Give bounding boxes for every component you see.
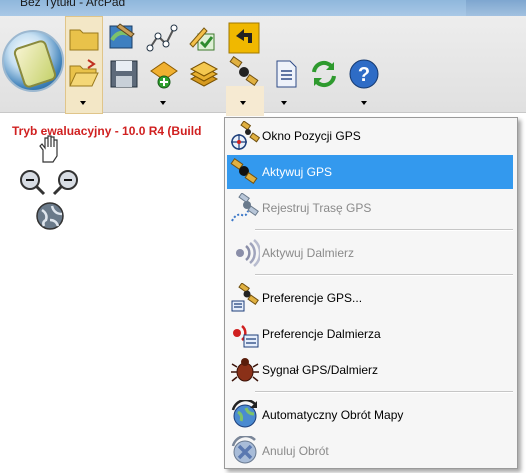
save-icon[interactable] <box>108 58 140 90</box>
rangefinder-preferences-icon <box>233 325 259 348</box>
gps-position-window-icon <box>231 121 260 150</box>
zoom-out-icon[interactable] <box>16 166 48 198</box>
cancel-rotation-icon <box>231 436 257 464</box>
gps-device-icon <box>12 38 58 90</box>
arcpad-menu-button[interactable] <box>2 30 64 92</box>
gps-menu: Okno Pozycji GPS Aktywuj GPS Rejestruj T… <box>224 117 518 469</box>
menu-item-label: Preferencje GPS... <box>262 291 363 305</box>
menu-item-log-gps-track[interactable]: Rejestruj Trasę GPS <box>227 191 513 225</box>
menu-item-gps-rangefinder-signal[interactable]: Sygnał GPS/Dalmierz <box>227 353 513 387</box>
checkbox-edit-icon[interactable] <box>186 22 218 54</box>
globe-icon[interactable] <box>34 200 66 232</box>
auto-rotate-map-icon <box>231 400 257 428</box>
document-icon[interactable] <box>270 58 302 90</box>
open-dropdown-arrow[interactable] <box>80 101 86 105</box>
window-controls[interactable] <box>466 0 526 16</box>
help-icon[interactable]: ? <box>348 58 380 90</box>
menu-separator <box>255 229 513 231</box>
menu-item-label: Preferencje Dalmierza <box>262 327 381 341</box>
menu-item-label: Aktywuj GPS <box>262 165 333 179</box>
help-dropdown-arrow[interactable] <box>361 101 367 105</box>
menu-item-auto-rotate-map[interactable]: Automatyczny Obrót Mapy <box>227 398 513 432</box>
pan-hand-icon[interactable] <box>34 134 66 166</box>
menu-item-cancel-rotation[interactable]: Anuluj Obrót <box>227 434 513 468</box>
rangefinder-icon <box>236 239 260 267</box>
edit-vertices-icon[interactable] <box>146 22 178 54</box>
layers-icon[interactable] <box>188 58 220 90</box>
menu-item-label: Aktywuj Dalmierz <box>262 246 355 260</box>
menu-item-activate-rangefinder[interactable]: Aktywuj Dalmierz <box>227 236 513 270</box>
open-folder-icon[interactable] <box>68 58 100 90</box>
gps-dropdown-arrow[interactable] <box>240 101 246 105</box>
refresh-icon[interactable] <box>308 58 340 90</box>
menu-separator <box>255 274 513 276</box>
gps-satellite-icon[interactable] <box>228 56 260 88</box>
gps-track-log-icon <box>231 193 259 222</box>
window-title: Bez Tytułu - ArcPad <box>20 0 126 9</box>
add-layer-icon[interactable] <box>148 58 180 90</box>
folder-icon[interactable] <box>68 22 100 54</box>
menu-item-label: Automatyczny Obrót Mapy <box>262 408 404 422</box>
gps-activate-icon <box>230 157 258 185</box>
add-layer-dropdown-arrow[interactable] <box>160 101 166 105</box>
menu-item-label: Sygnał GPS/Dalmierz <box>262 363 379 377</box>
menu-item-gps-position-window[interactable]: Okno Pozycji GPS <box>227 119 513 153</box>
menu-item-label: Okno Pozycji GPS <box>262 129 361 143</box>
menu-separator <box>255 391 513 393</box>
map-pencil-icon[interactable] <box>106 20 138 52</box>
menu-item-rangefinder-preferences[interactable]: Preferencje Dalmierza <box>227 317 513 351</box>
zoom-in-icon[interactable] <box>50 166 82 198</box>
svg-text:?: ? <box>358 64 370 86</box>
menu-item-label: Rejestruj Trasę GPS <box>262 201 372 215</box>
gps-preferences-icon <box>231 283 259 312</box>
menu-item-gps-preferences[interactable]: Preferencje GPS... <box>227 281 513 315</box>
document-dropdown-arrow[interactable] <box>281 101 287 105</box>
menu-item-label: Anuluj Obrót <box>262 444 329 458</box>
menu-item-activate-gps[interactable]: Aktywuj GPS <box>227 155 513 189</box>
title-bar: Bez Tytułu - ArcPad <box>0 0 526 16</box>
gps-signal-bug-icon <box>231 358 259 382</box>
back-arrow-icon[interactable] <box>228 22 260 54</box>
